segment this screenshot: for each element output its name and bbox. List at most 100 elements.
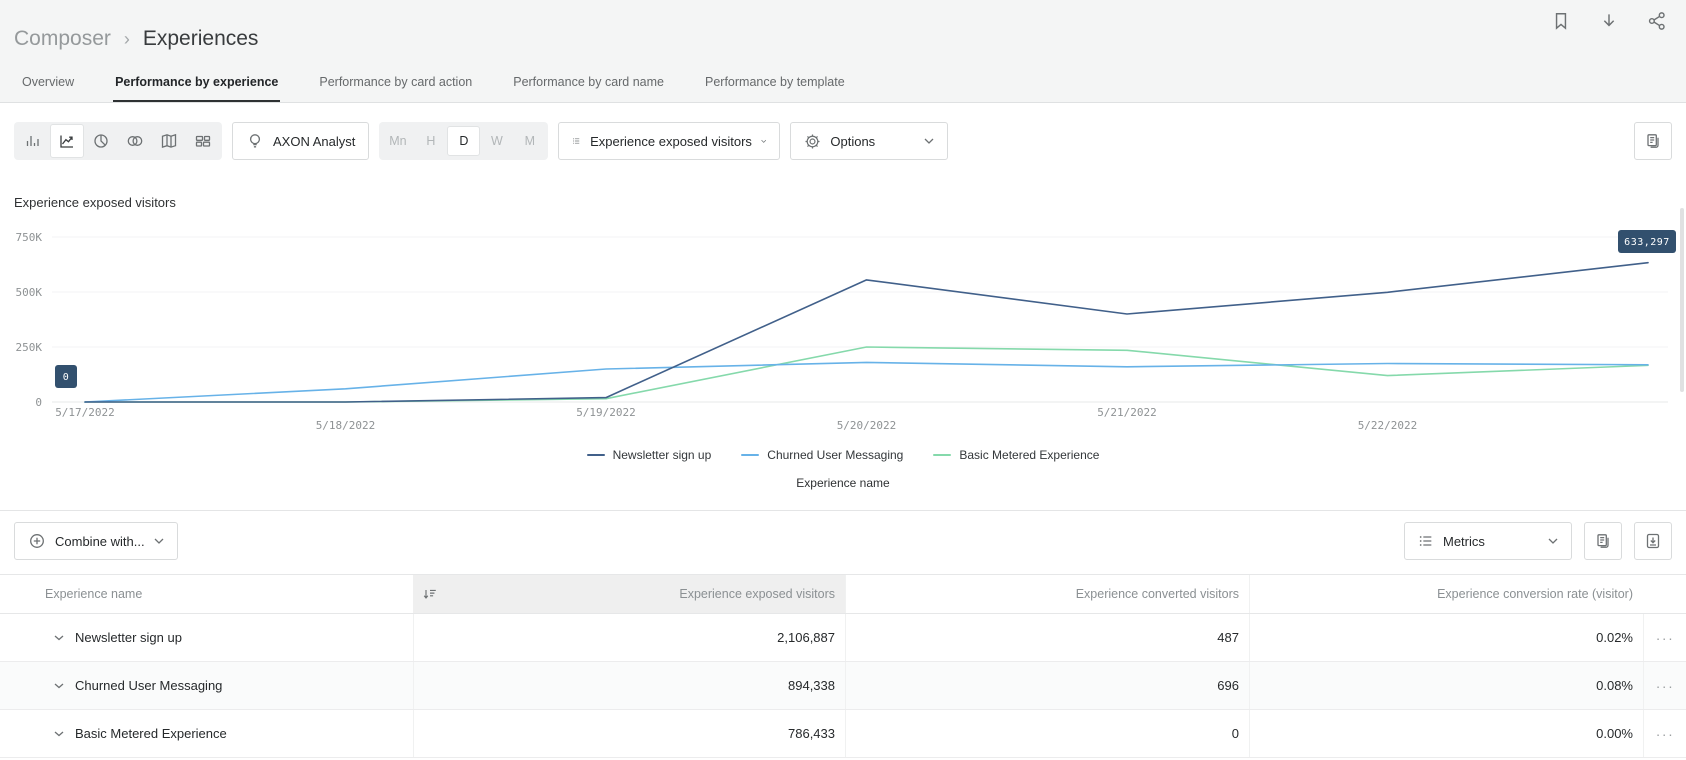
report-pages-icon [1594,532,1612,550]
experience-name: Newsletter sign up [75,630,182,645]
tab-performance-by-card-action[interactable]: Performance by card action [317,65,474,102]
breadcrumb-parent[interactable]: Composer [14,27,111,51]
pie-chart-icon[interactable] [84,124,118,158]
row-menu-button[interactable]: ··· [1643,662,1686,709]
tab-overview[interactable]: Overview [20,65,76,102]
point-tooltip-value: 0 [63,372,70,383]
chevron-down-icon [154,538,164,545]
column-header-actions [1643,575,1686,613]
line-chart[interactable]: 0250K500K750K5/17/20225/18/20225/19/2022… [0,200,1686,440]
x-tick-label: 5/22/2022 [1358,419,1418,432]
chevron-down-icon [924,138,934,145]
legend-item-newsletter-sign-up[interactable]: Newsletter sign up [587,448,712,462]
venn-chart-icon[interactable] [118,124,152,158]
legend-swatch [933,454,951,456]
table-row[interactable]: Churned User Messaging 894,338 696 0.08%… [0,662,1686,710]
breadcrumb-separator-icon: › [124,29,130,50]
converted-visitors-value: 696 [845,662,1249,709]
column-header-experience-conversion-rate[interactable]: Experience conversion rate (visitor) [1249,575,1643,613]
bookmark-icon[interactable] [1550,10,1572,32]
composer-experiences-screen: Composer › Experiences Overview Performa… [0,0,1686,760]
scrollbar[interactable] [1680,208,1684,392]
chart-type-switcher [14,122,222,160]
granularity-w[interactable]: W [480,126,513,156]
combine-with-dropdown[interactable]: Combine with... [14,522,178,560]
sort-descending-icon [422,586,438,602]
granularity-h[interactable]: H [414,126,447,156]
y-tick-label: 250K [16,341,43,354]
bar-chart-icon[interactable] [16,124,50,158]
list-icon [1418,533,1434,549]
combine-with-label: Combine with... [55,534,145,549]
tab-bar: Overview Performance by experience Perfo… [20,65,847,102]
table-report-button[interactable] [1584,522,1622,560]
section-divider [0,510,1686,511]
chevron-down-icon [1548,538,1558,545]
granularity-m[interactable]: M [513,126,546,156]
exposed-visitors-value: 2,106,887 [413,614,845,661]
legend-item-churned-user-messaging[interactable]: Churned User Messaging [741,448,903,462]
chevron-down-icon [761,138,766,145]
download-icon[interactable] [1598,10,1620,32]
experience-name-cell: Newsletter sign up [0,614,413,661]
column-header-experience-converted-visitors[interactable]: Experience converted visitors [845,575,1249,613]
app-header: Composer › Experiences Overview Performa… [0,0,1686,103]
experiences-table: Experience name Experience exposed visit… [0,574,1686,758]
download-file-icon [1644,532,1662,550]
converted-visitors-value: 487 [845,614,1249,661]
converted-visitors-value: 0 [845,710,1249,757]
map-chart-icon[interactable] [152,124,186,158]
share-icon[interactable] [1646,10,1668,32]
table-toolbar-right: Metrics [1404,522,1672,560]
metrics-label: Metrics [1443,534,1485,549]
metric-selector-label: Experience exposed visitors [590,134,752,149]
chart-report-button[interactable] [1634,122,1672,160]
granularity-d[interactable]: D [447,126,480,156]
row-expand-chevron-icon[interactable] [54,635,64,641]
exposed-visitors-value: 894,338 [413,662,845,709]
legend-label: Newsletter sign up [613,448,712,462]
experience-name-cell: Churned User Messaging [0,662,413,709]
legend-swatch [741,454,759,456]
legend-label: Churned User Messaging [767,448,903,462]
options-dropdown[interactable]: Options [790,122,948,160]
x-tick-label: 5/19/2022 [576,406,636,419]
row-menu-button[interactable]: ··· [1643,710,1686,757]
experience-name: Basic Metered Experience [75,726,227,741]
row-expand-chevron-icon[interactable] [54,731,64,737]
point-tooltip-value: 633,297 [1624,237,1670,248]
granularity-switcher: Mn H D W M [379,122,548,160]
axon-analyst-label: AXON Analyst [273,134,355,149]
y-tick-label: 750K [16,231,43,244]
column-header-experience-name[interactable]: Experience name [0,575,413,613]
experience-name-cell: Basic Metered Experience [0,710,413,757]
axon-analyst-button[interactable]: AXON Analyst [232,122,369,160]
row-expand-chevron-icon[interactable] [54,683,64,689]
column-header-label: Experience exposed visitors [679,587,835,601]
legend-item-basic-metered-experience[interactable]: Basic Metered Experience [933,448,1099,462]
line-chart-icon[interactable] [50,124,84,158]
experience-name: Churned User Messaging [75,678,222,693]
layout-chart-icon[interactable] [186,124,220,158]
header-actions [1550,10,1668,32]
granularity-mn[interactable]: Mn [381,126,414,156]
metric-selector-dropdown[interactable]: Experience exposed visitors [558,122,780,160]
table-row[interactable]: Newsletter sign up 2,106,887 487 0.02% ·… [0,614,1686,662]
tab-performance-by-experience[interactable]: Performance by experience [113,65,280,102]
x-tick-label: 5/20/2022 [837,419,897,432]
series-line-basic-metered-experience [85,347,1648,402]
tab-performance-by-card-name[interactable]: Performance by card name [511,65,666,102]
table-download-button[interactable] [1634,522,1672,560]
column-header-experience-exposed-visitors[interactable]: Experience exposed visitors [413,575,845,613]
legend-swatch [587,454,605,456]
chart-toolbar: AXON Analyst Mn H D W M Experience expos… [14,122,1672,160]
table-header-row: Experience name Experience exposed visit… [0,574,1686,614]
exposed-visitors-value: 786,433 [413,710,845,757]
tab-performance-by-template[interactable]: Performance by template [703,65,847,102]
row-menu-button[interactable]: ··· [1643,614,1686,661]
metrics-dropdown[interactable]: Metrics [1404,522,1572,560]
legend-label: Basic Metered Experience [959,448,1099,462]
y-tick-label: 500K [16,286,43,299]
table-row[interactable]: Basic Metered Experience 786,433 0 0.00%… [0,710,1686,758]
series-line-newsletter-sign-up [85,263,1648,402]
